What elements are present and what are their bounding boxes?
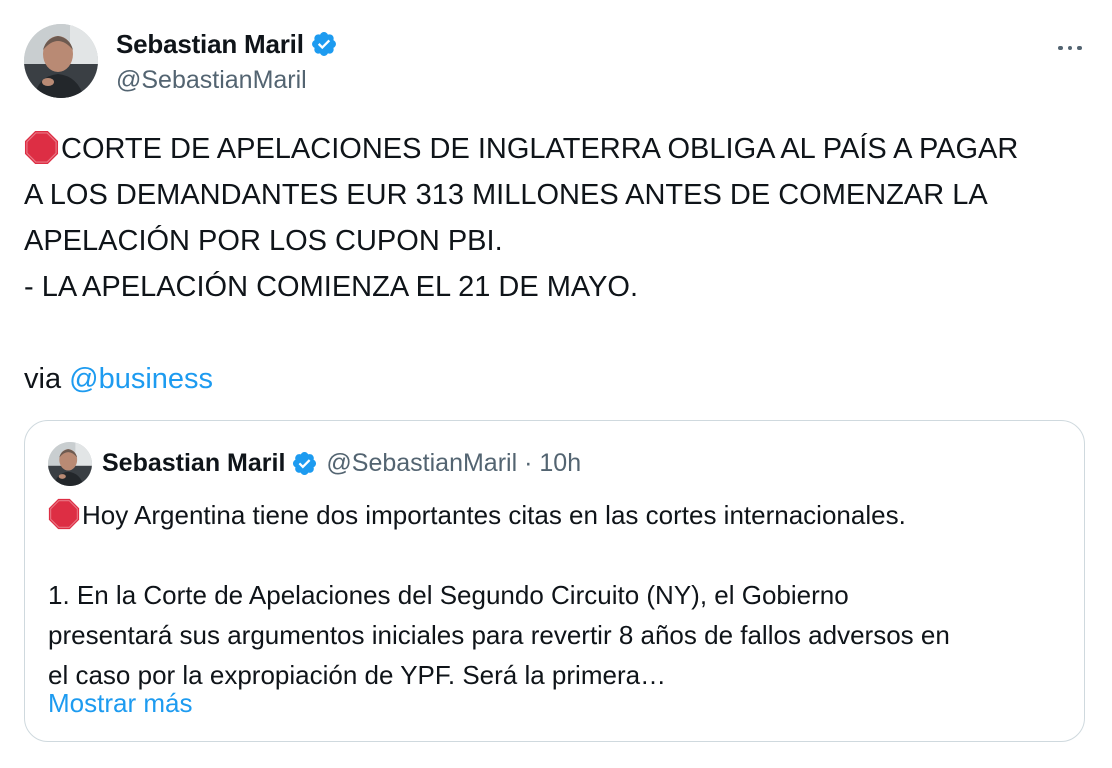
quoted-line-4: el caso por la expropiación de YPF. Será… — [48, 660, 667, 690]
quoted-line-1: Hoy Argentina tiene dos importantes cita… — [48, 495, 1063, 535]
via-line: via @business — [24, 356, 1084, 402]
tweet-line-4: - LA APELACIÓN COMIENZA EL 21 DE MAYO. — [24, 271, 639, 303]
quoted-tweet-card[interactable]: Sebastian Maril @SebastianMaril · 10h Ho… — [24, 420, 1085, 742]
more-dot — [1067, 45, 1073, 51]
tweet-text: CORTE DE APELACIONES DE INGLATERRA OBLIG… — [24, 126, 1084, 402]
more-dot — [1077, 45, 1082, 51]
mention-link[interactable]: @business — [69, 363, 213, 395]
tweet-line-2: A LOS DEMANDANTES EUR 313 MILLONES ANTES… — [24, 179, 988, 211]
avatar-photo — [48, 442, 92, 486]
tweet-card: Sebastian Maril @SebastianMaril CORTE DE… — [0, 0, 1112, 768]
via-prefix: via — [24, 363, 62, 395]
author-info: Sebastian Maril @SebastianMaril — [116, 26, 338, 95]
author-avatar[interactable] — [24, 24, 98, 98]
stop-sign-icon — [24, 130, 59, 165]
author-handle[interactable]: @SebastianMaril — [116, 66, 338, 95]
quoted-line-text: Hoy Argentina tiene dos importantes cita… — [82, 500, 906, 530]
meta-separator: · — [524, 448, 533, 477]
tweet-line-text: CORTE DE APELACIONES DE INGLATERRA OBLIG… — [61, 133, 1019, 165]
show-more-link[interactable]: Mostrar más — [48, 683, 192, 723]
quoted-line-2: 1. En la Corte de Apelaciones del Segund… — [48, 580, 849, 610]
author-display-name[interactable]: Sebastian Maril — [116, 29, 304, 60]
quoted-timestamp[interactable]: 10h — [539, 449, 581, 478]
quoted-header: Sebastian Maril @SebastianMaril · 10h — [102, 445, 581, 481]
quoted-handle[interactable]: @SebastianMaril — [326, 449, 517, 478]
tweet-line-1: CORTE DE APELACIONES DE INGLATERRA OBLIG… — [24, 126, 1084, 172]
verified-badge-icon[interactable] — [291, 450, 318, 477]
quoted-author-avatar[interactable] — [48, 442, 92, 486]
tweet-line-3: APELACIÓN POR LOS CUPON PBI. — [24, 225, 503, 257]
quoted-display-name[interactable]: Sebastian Maril — [102, 449, 285, 478]
verified-badge-icon[interactable] — [310, 30, 338, 58]
quoted-tweet-text: Hoy Argentina tiene dos importantes cita… — [48, 495, 1063, 695]
stop-sign-icon — [48, 498, 80, 530]
more-options-button[interactable] — [1052, 30, 1088, 66]
quoted-line-3: presentará sus argumentos iniciales para… — [48, 620, 950, 650]
more-dot — [1058, 45, 1063, 51]
author-name-row: Sebastian Maril — [116, 26, 338, 62]
avatar-photo — [24, 24, 98, 98]
